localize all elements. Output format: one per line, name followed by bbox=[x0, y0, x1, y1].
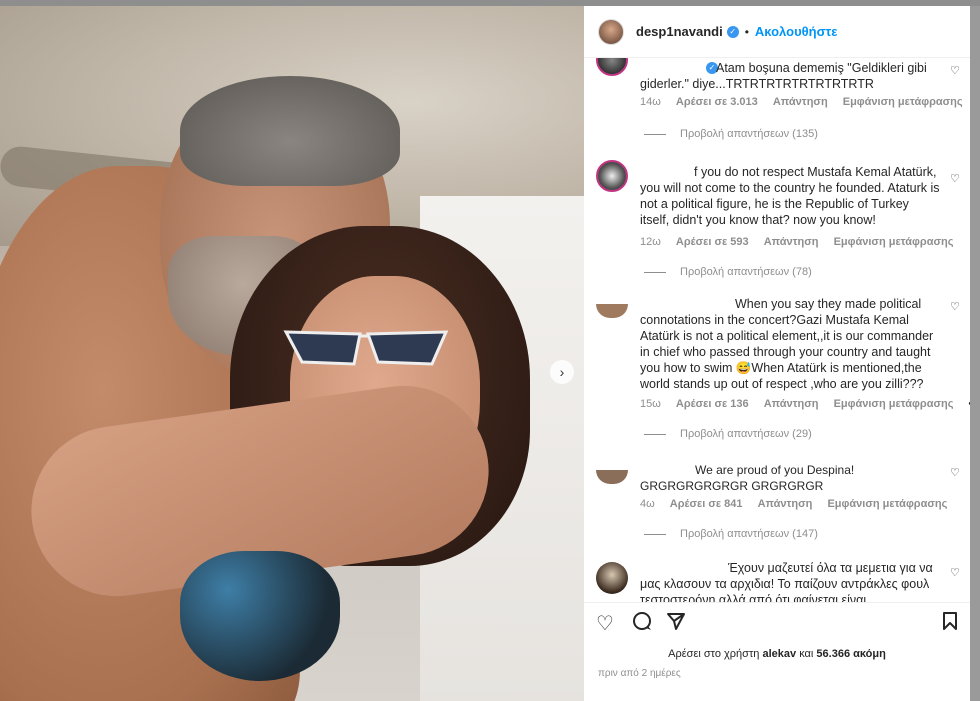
view-replies[interactable]: Προβολή απαντήσεων (29) bbox=[644, 428, 812, 440]
author-avatar[interactable] bbox=[598, 18, 624, 45]
post-sidebar: desp1navandi ✓ • Ακολουθήστε ✓ Atam boşu… bbox=[584, 6, 970, 701]
comment-text: We are proud of you Despina! GRGRGRGRGRG… bbox=[640, 463, 855, 493]
translate-button[interactable]: Εμφάνιση μετάφρασης bbox=[827, 498, 947, 510]
view-replies-label: Προβολή απαντήσεων (29) bbox=[680, 428, 812, 440]
comments-list: ✓ Atam boşuna dememiş "Geldikleri gibi g… bbox=[584, 58, 970, 602]
separator-dot: • bbox=[744, 24, 749, 39]
comment-text: Atam boşuna dememiş "Geldikleri gibi gid… bbox=[640, 61, 927, 91]
comment-like-heart-icon[interactable]: ♡ bbox=[950, 172, 960, 185]
view-replies-label: Προβολή απαντήσεων (78) bbox=[680, 266, 812, 278]
comment-meta: 4ω Αρέσει σε 841 Απάντηση Εμφάνιση μετάφ… bbox=[640, 498, 959, 510]
replies-line bbox=[644, 133, 666, 135]
comment-time[interactable]: 12ω bbox=[640, 236, 661, 248]
post-photo[interactable]: › bbox=[0, 6, 584, 701]
replies-line bbox=[644, 533, 666, 535]
scrollbar[interactable] bbox=[970, 6, 980, 701]
comment-meta: 15ω Αρέσει σε 136 Απάντηση Εμφάνιση μετά… bbox=[640, 398, 970, 410]
author-username[interactable]: desp1navandi bbox=[636, 24, 723, 39]
comment-text: f you do not respect Mustafa Kemal Atatü… bbox=[640, 165, 940, 227]
comment-time[interactable]: 4ω bbox=[640, 498, 655, 510]
comment-likes[interactable]: Αρέσει σε 3.013 bbox=[676, 96, 758, 108]
reply-button[interactable]: Απάντηση bbox=[764, 236, 819, 248]
post-timestamp[interactable]: πριν από 2 ημέρες bbox=[598, 668, 681, 679]
view-replies[interactable]: Προβολή απαντήσεων (135) bbox=[644, 128, 818, 140]
comment-likes[interactable]: Αρέσει σε 593 bbox=[676, 236, 749, 248]
comment-icon[interactable] bbox=[632, 611, 652, 637]
comment-like-heart-icon[interactable]: ♡ bbox=[950, 466, 960, 479]
view-replies[interactable]: Προβολή απαντήσεων (147) bbox=[644, 528, 818, 540]
comment-text: When you say they made political connota… bbox=[640, 297, 934, 391]
comment-time[interactable]: 15ω bbox=[640, 398, 661, 410]
photo-sunglasses bbox=[283, 330, 449, 366]
comment-time[interactable]: 14ω bbox=[640, 96, 661, 108]
comment-likes[interactable]: Αρέσει σε 136 bbox=[676, 398, 749, 410]
photo-bikini bbox=[180, 551, 340, 681]
comment-meta: 12ω Αρέσει σε 593 Απάντηση Εμφάνιση μετά… bbox=[640, 236, 965, 248]
replies-line bbox=[644, 433, 666, 435]
reply-button[interactable]: Απάντηση bbox=[764, 398, 819, 410]
view-replies-label: Προβολή απαντήσεων (147) bbox=[680, 528, 818, 540]
photo-man-hair bbox=[180, 76, 400, 186]
verified-icon: ✓ bbox=[726, 25, 739, 38]
send-icon[interactable] bbox=[666, 611, 686, 637]
translate-button[interactable]: Εμφάνιση μετάφρασης bbox=[834, 236, 954, 248]
next-photo-button[interactable]: › bbox=[550, 360, 574, 384]
follow-button[interactable]: Ακολουθήστε bbox=[755, 24, 838, 39]
commenter-avatar[interactable] bbox=[596, 160, 628, 192]
reply-button[interactable]: Απάντηση bbox=[773, 96, 828, 108]
commenter-avatar[interactable] bbox=[596, 470, 628, 484]
comment-likes[interactable]: Αρέσει σε 841 bbox=[670, 498, 743, 510]
liked-by-prefix: Αρέσει στο χρήστη bbox=[668, 648, 760, 660]
post-actions-bar: ♡ bbox=[584, 602, 970, 642]
instagram-post-modal: › desp1navandi ✓ • Ακολουθήστε ✓ Atam bo… bbox=[0, 0, 980, 701]
view-replies-label: Προβολή απαντήσεων (135) bbox=[680, 128, 818, 140]
comment-like-heart-icon[interactable]: ♡ bbox=[950, 64, 960, 77]
comment-meta: 14ω Αρέσει σε 3.013 Απάντηση Εμφάνιση με… bbox=[640, 96, 970, 108]
replies-line bbox=[644, 271, 666, 273]
liked-by-others[interactable]: 56.366 ακόμη bbox=[816, 648, 885, 660]
translate-button[interactable]: Εμφάνιση μετάφρασης bbox=[834, 398, 954, 410]
comment-like-heart-icon[interactable]: ♡ bbox=[950, 566, 960, 579]
heart-icon[interactable]: ♡ bbox=[596, 611, 614, 636]
translate-button[interactable]: Εμφάνιση μετάφρασης bbox=[843, 96, 963, 108]
liked-by-text: Αρέσει στο χρήστη alekav και 56.366 ακόμ… bbox=[584, 648, 970, 660]
liked-by-user[interactable]: alekav bbox=[762, 648, 796, 660]
reply-button[interactable]: Απάντηση bbox=[758, 498, 813, 510]
liked-by-conj: και bbox=[799, 648, 814, 660]
comment-text: Έχουν μαζευτεί όλα τα μεμετια για να μας… bbox=[640, 561, 933, 602]
bookmark-icon[interactable] bbox=[942, 611, 958, 637]
commenter-avatar[interactable] bbox=[596, 304, 628, 318]
view-replies[interactable]: Προβολή απαντήσεων (78) bbox=[644, 266, 812, 278]
commenter-avatar[interactable] bbox=[596, 562, 628, 594]
commenter-avatar[interactable] bbox=[596, 58, 628, 76]
comment-like-heart-icon[interactable]: ♡ bbox=[950, 300, 960, 313]
post-header: desp1navandi ✓ • Ακολουθήστε bbox=[584, 6, 970, 58]
